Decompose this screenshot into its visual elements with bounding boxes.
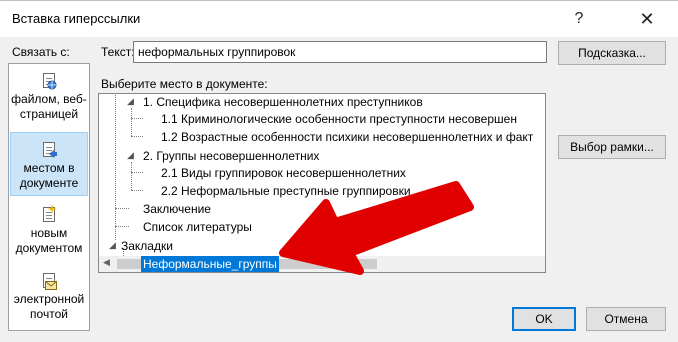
help-button[interactable]: ? xyxy=(566,7,592,31)
link-to-place-label-1: местом в xyxy=(23,161,75,175)
tree-item[interactable]: 1. Специфика несовершеннолетних преступн… xyxy=(143,94,423,110)
link-to-email-label-2: почтой xyxy=(30,307,68,321)
display-text-input[interactable] xyxy=(133,41,547,63)
place-in-document-label: Выберите место в документе: xyxy=(101,77,268,91)
tree-item[interactable]: 2.2 Неформальные преступные группировки xyxy=(161,183,411,199)
link-to-new-doc-label-2: документом xyxy=(15,241,83,255)
link-to-label: Связать с: xyxy=(12,45,70,59)
bookmark-item-selected[interactable]: Неформальные_группы xyxy=(141,256,279,272)
tree-item[interactable]: Заключение xyxy=(143,201,211,217)
link-to-web-page-label-2: страницей xyxy=(19,107,79,121)
new-document-icon xyxy=(41,204,57,224)
link-to-place-in-document[interactable]: местом в документе xyxy=(10,132,88,196)
collapse-arrow-icon[interactable]: ◢ xyxy=(127,97,134,106)
web-page-icon xyxy=(41,72,57,90)
email-icon xyxy=(41,272,57,290)
link-to-new-doc-label-1: новым xyxy=(30,226,68,240)
scroll-left-icon[interactable]: ◀ xyxy=(103,257,110,268)
link-to-email[interactable]: электронной почтой xyxy=(10,272,88,330)
link-to-place-label-2: документе xyxy=(19,176,79,190)
bookmarks-node[interactable]: Закладки xyxy=(121,238,173,254)
collapse-arrow-icon[interactable]: ◢ xyxy=(127,151,134,160)
ok-button[interactable]: OK xyxy=(512,307,576,331)
link-to-bar: файлом, веб- страницей местом в документ… xyxy=(8,63,90,331)
collapse-arrow-icon[interactable]: ◢ xyxy=(109,241,116,250)
target-frame-button[interactable]: Выбор рамки... xyxy=(558,135,666,159)
text-label: Текст: xyxy=(101,45,135,59)
hyperlink-dialog: Вставка гиперссылки ? ✕ Связать с: Текст… xyxy=(0,0,678,341)
link-to-web-page[interactable]: файлом, веб- страницей xyxy=(10,72,88,130)
tree-item[interactable]: 2. Группы несовершеннолетних xyxy=(143,148,319,164)
tree-item[interactable]: 2.1 Виды группировок несовершеннолетних xyxy=(161,165,406,181)
document-place-tree[interactable]: ◢ 1. Специфика несовершеннолетних престу… xyxy=(98,93,546,273)
tree-item[interactable]: 1.1 Криминологические особенности престу… xyxy=(161,111,517,127)
link-to-new-document[interactable]: новым документом xyxy=(10,204,88,264)
screen-tip-button[interactable]: Подсказка... xyxy=(558,41,666,65)
tree-item[interactable]: 1.2 Возрастные особенности психики несов… xyxy=(161,129,533,145)
link-to-email-label-1: электронной xyxy=(13,292,85,306)
place-in-document-icon xyxy=(41,141,57,159)
cancel-button[interactable]: Отмена xyxy=(586,307,666,331)
close-button[interactable]: ✕ xyxy=(634,7,660,31)
title-bar: Вставка гиперссылки ? ✕ xyxy=(0,1,678,37)
dialog-title: Вставка гиперссылки xyxy=(12,11,141,26)
link-to-web-page-label-1: файлом, веб- xyxy=(11,92,87,106)
tree-item[interactable]: Список литературы xyxy=(143,219,252,235)
